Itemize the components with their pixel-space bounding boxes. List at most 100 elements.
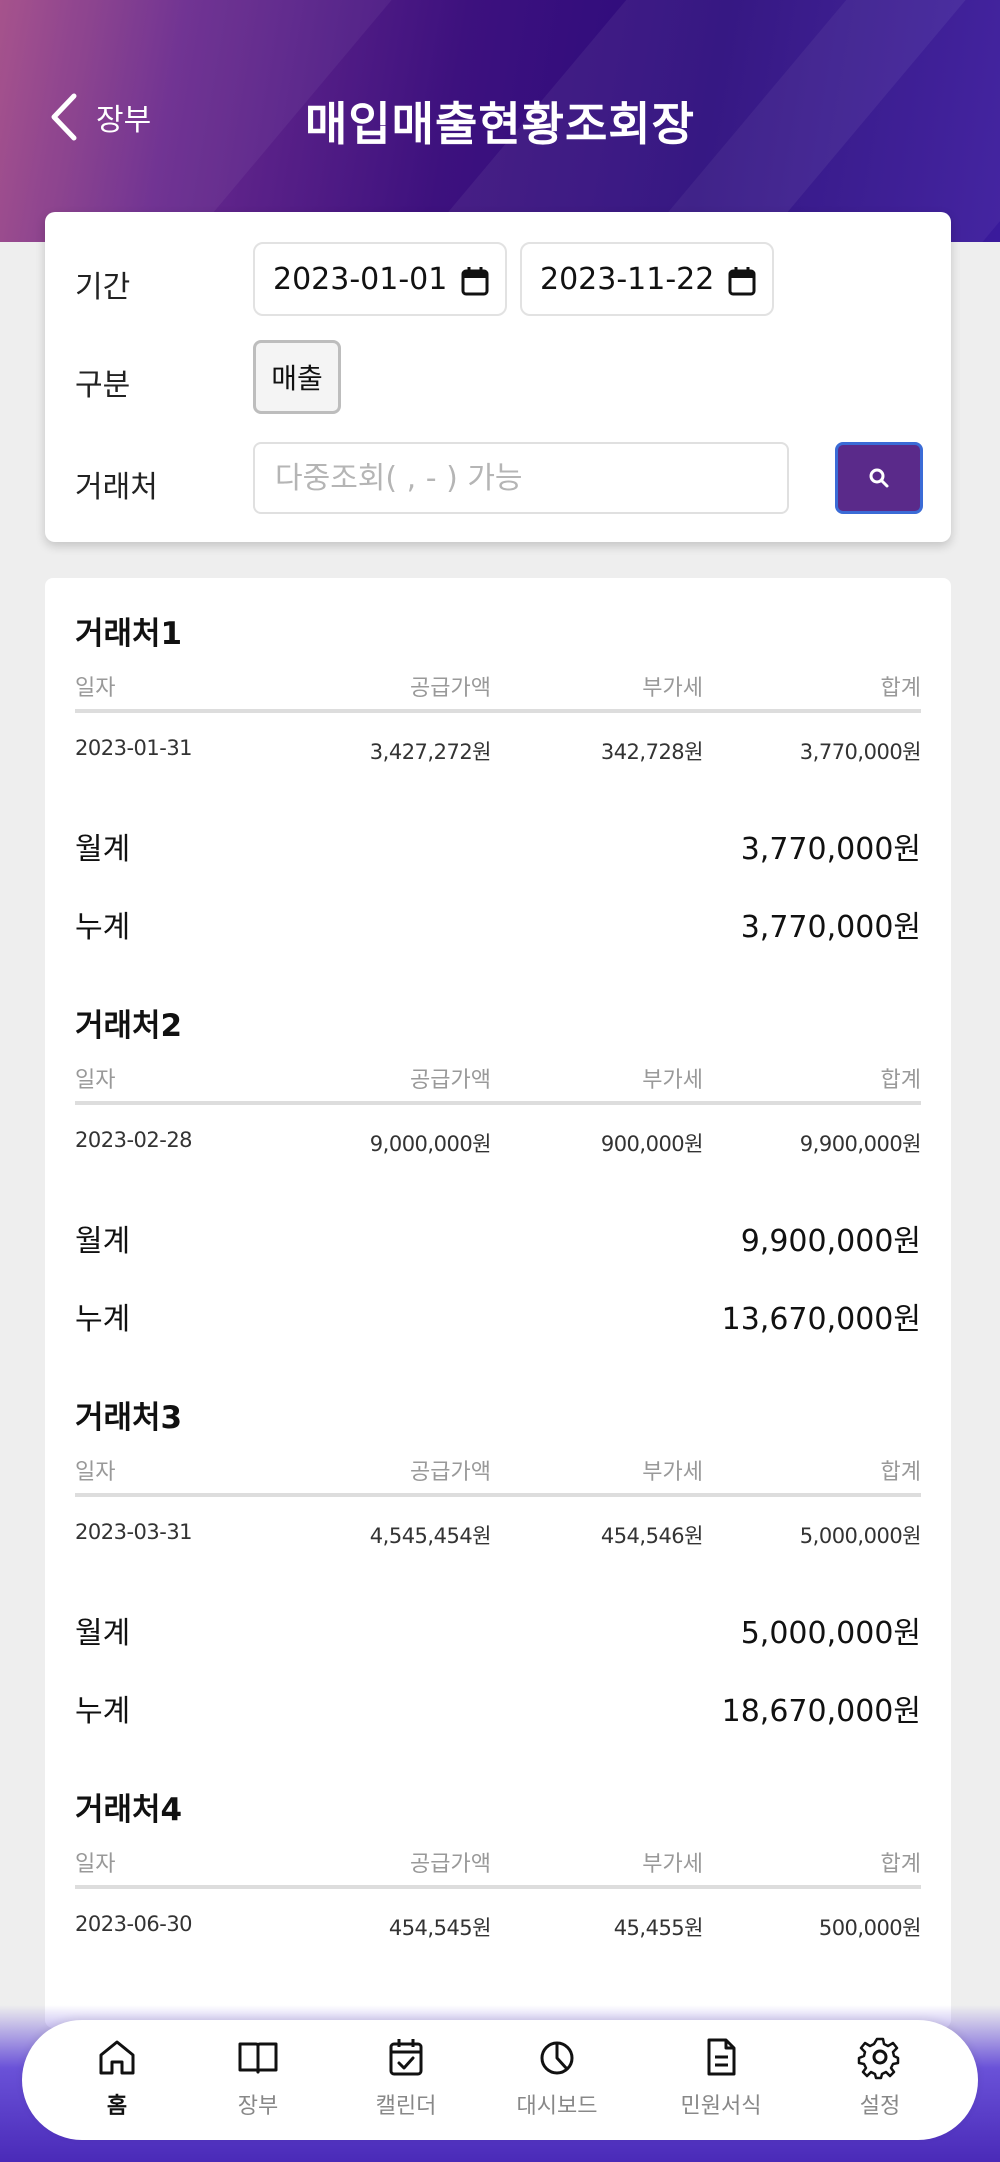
cumulative-total-label: 누계 <box>75 910 131 945</box>
app-header: 장부 매입매출현황조회장 <box>0 0 1000 242</box>
vendor-name: 거래처4 <box>75 1792 183 1828</box>
end-date-value: 2023-11-22 <box>540 261 715 297</box>
monthly-total-row: 월계 3,770,000원 <box>75 824 921 868</box>
column-header-vat: 부가세 <box>642 1852 703 1877</box>
tab-label: 홈 <box>106 2094 128 2119</box>
category-label: 구분 <box>75 368 131 403</box>
table-row: 2023-03-31 4,545,454원 454,546원 5,000,000… <box>75 1520 922 1556</box>
bottom-tab-bar: 홈 장부 캘린더 대시보드 민원서식 설정 <box>22 2020 978 2140</box>
calendar-icon <box>728 267 756 296</box>
cell-supply: 4,545,454원 <box>369 1524 492 1548</box>
start-date-value: 2023-01-01 <box>273 261 448 297</box>
cell-vat: 342,728원 <box>600 740 704 764</box>
column-header-total: 합계 <box>880 676 921 701</box>
cell-total: 9,900,000원 <box>799 1132 922 1156</box>
column-header-date: 일자 <box>75 1852 116 1877</box>
end-date-input[interactable]: 2023-11-22 <box>520 242 774 316</box>
divider <box>75 1101 921 1105</box>
divider <box>75 709 921 713</box>
table-row: 2023-02-28 9,000,000원 900,000원 9,900,000… <box>75 1128 922 1164</box>
book-icon <box>238 2042 278 2074</box>
vendor-name: 거래처1 <box>75 616 183 652</box>
cell-supply: 3,427,272원 <box>369 740 492 764</box>
cell-date: 2023-02-28 <box>75 1128 193 1152</box>
cell-vat: 900,000원 <box>600 1132 704 1156</box>
calendar-icon <box>461 267 489 296</box>
cumulative-total-row: 누계 18,670,000원 <box>75 1686 921 1730</box>
column-header-date: 일자 <box>75 1068 116 1093</box>
monthly-total-label: 월계 <box>75 1616 131 1651</box>
cell-total: 500,000원 <box>818 1916 922 1940</box>
column-header-total: 합계 <box>880 1460 921 1485</box>
cell-supply: 454,545원 <box>388 1916 492 1940</box>
tab-home[interactable]: 홈 <box>47 2034 187 2134</box>
column-header-total: 합계 <box>880 1068 921 1093</box>
table-header: 일자 공급가액 부가세 합계 <box>75 1062 921 1102</box>
cumulative-total-value: 3,770,000원 <box>740 910 921 945</box>
page-title: 매입매출현황조회장 <box>305 97 695 151</box>
search-button[interactable] <box>835 442 923 514</box>
results-card: 거래처1 일자 공급가액 부가세 합계 2023-01-31 3,427,272… <box>45 578 951 2028</box>
cumulative-total-row: 누계 13,670,000원 <box>75 1294 921 1338</box>
filter-card: 기간 2023-01-01 2023-11-22 구분 매출 거래처 <box>45 212 951 542</box>
tab-dashboard[interactable]: 대시보드 <box>487 2034 627 2134</box>
tab-forms[interactable]: 민원서식 <box>651 2034 791 2134</box>
cumulative-total-value: 13,670,000원 <box>721 1302 921 1337</box>
cumulative-total-label: 누계 <box>75 1302 131 1337</box>
cell-date: 2023-06-30 <box>75 1912 193 1936</box>
tab-label: 장부 <box>237 2094 279 2119</box>
cell-vat: 45,455원 <box>613 1916 704 1940</box>
column-header-supply: 공급가액 <box>410 1852 491 1877</box>
table-header: 일자 공급가액 부가세 합계 <box>75 1846 921 1886</box>
column-header-supply: 공급가액 <box>410 676 491 701</box>
cell-date: 2023-03-31 <box>75 1520 193 1544</box>
table-header: 일자 공급가액 부가세 합계 <box>75 1454 921 1494</box>
cell-date: 2023-01-31 <box>75 736 193 760</box>
start-date-input[interactable]: 2023-01-01 <box>253 242 507 316</box>
vendor-search-input[interactable] <box>253 442 789 514</box>
table-row: 2023-06-30 454,545원 45,455원 500,000원 <box>75 1912 922 1948</box>
monthly-total-label: 월계 <box>75 1224 131 1259</box>
monthly-total-label: 월계 <box>75 832 131 867</box>
cumulative-total-value: 18,670,000원 <box>721 1694 921 1729</box>
column-header-total: 합계 <box>880 1852 921 1877</box>
column-header-supply: 공급가액 <box>410 1460 491 1485</box>
column-header-vat: 부가세 <box>642 676 703 701</box>
home-icon <box>99 2040 135 2075</box>
tab-calendar[interactable]: 캘린더 <box>336 2034 476 2134</box>
column-header-vat: 부가세 <box>642 1460 703 1485</box>
cell-total: 5,000,000원 <box>799 1524 922 1548</box>
column-header-date: 일자 <box>75 1460 116 1485</box>
column-header-date: 일자 <box>75 676 116 701</box>
category-toggle-button[interactable]: 매출 <box>253 340 341 414</box>
tab-settings[interactable]: 설정 <box>810 2034 950 2134</box>
vendor-label: 거래처 <box>75 470 158 505</box>
gear-icon <box>857 2037 900 2080</box>
table-row: 2023-01-31 3,427,272원 342,728원 3,770,000… <box>75 736 922 772</box>
vendor-name: 거래처3 <box>75 1400 183 1436</box>
search-icon <box>869 468 889 488</box>
vendor-name: 거래처2 <box>75 1008 183 1044</box>
cell-vat: 454,546원 <box>600 1524 704 1548</box>
divider <box>75 1493 921 1497</box>
monthly-total-value: 5,000,000원 <box>740 1616 921 1651</box>
tab-label: 대시보드 <box>516 2094 598 2119</box>
monthly-total-row: 월계 5,000,000원 <box>75 1608 921 1652</box>
document-icon <box>707 2038 736 2076</box>
monthly-total-row: 월계 9,900,000원 <box>75 1216 921 1260</box>
cumulative-total-label: 누계 <box>75 1694 131 1729</box>
tab-label: 캘린더 <box>375 2094 437 2119</box>
chart-pie-icon <box>540 2041 574 2075</box>
cumulative-total-row: 누계 3,770,000원 <box>75 902 921 946</box>
monthly-total-value: 9,900,000원 <box>740 1224 921 1259</box>
tab-ledger[interactable]: 장부 <box>188 2034 328 2134</box>
cell-supply: 9,000,000원 <box>369 1132 492 1156</box>
tab-label: 민원서식 <box>680 2094 762 2119</box>
cell-total: 3,770,000원 <box>799 740 922 764</box>
column-header-supply: 공급가액 <box>410 1068 491 1093</box>
divider <box>75 1885 921 1889</box>
tab-label: 설정 <box>859 2094 901 2119</box>
table-header: 일자 공급가액 부가세 합계 <box>75 670 921 710</box>
column-header-vat: 부가세 <box>642 1068 703 1093</box>
calendar-icon <box>389 2039 423 2076</box>
